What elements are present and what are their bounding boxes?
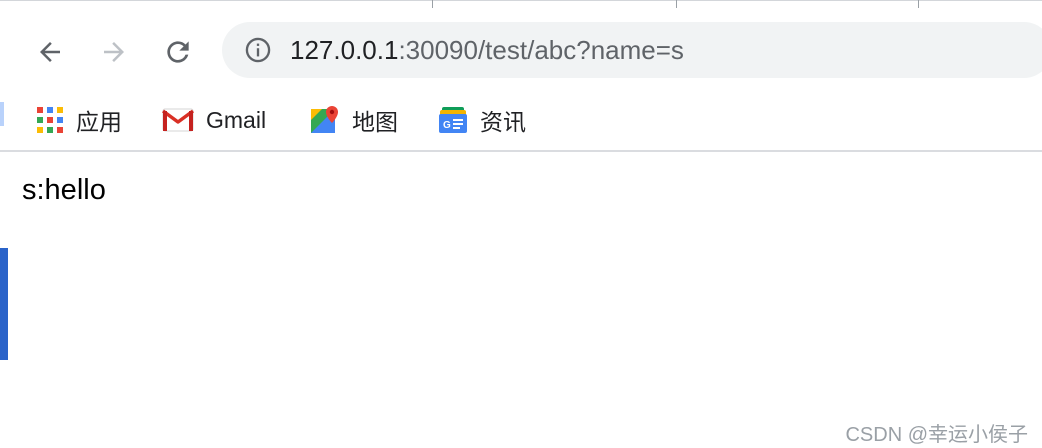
arrow-right-icon <box>104 42 124 62</box>
browser-toolbar: 127.0.0.1:30090/test/abc?name=s <box>0 12 1042 92</box>
response-text: s:hello <box>22 174 106 206</box>
bookmark-label: 地图 <box>352 109 398 135</box>
gmail-icon <box>162 108 194 132</box>
tab-strip <box>0 0 1042 12</box>
maps-icon <box>311 106 338 133</box>
bookmark-news[interactable]: G 资讯 <box>438 100 526 140</box>
bookmark-maps[interactable]: 地图 <box>310 100 398 140</box>
site-info-icon[interactable] <box>244 36 272 64</box>
url-text[interactable]: 127.0.0.1:30090/test/abc?name=s <box>290 35 684 65</box>
apps-grid-icon <box>37 107 63 133</box>
reload-button[interactable] <box>158 32 198 72</box>
url-path: :30090/test/abc?name=s <box>398 35 684 65</box>
bookmark-label: 应用 <box>76 109 122 135</box>
forward-button[interactable] <box>94 32 134 72</box>
bookmark-label: 资讯 <box>480 109 526 135</box>
bookmark-gmail[interactable]: Gmail <box>162 100 266 140</box>
arrow-left-icon <box>40 42 60 62</box>
watermark: CSDN @幸运小侯子 <box>845 424 1028 446</box>
window-edge-strip <box>0 248 8 360</box>
address-bar[interactable]: 127.0.0.1:30090/test/abc?name=s <box>222 22 1042 78</box>
bookmark-apps[interactable]: 应用 <box>36 100 122 140</box>
bookmarks-bar: 应用 Gmail 地图 G 资讯 <box>0 92 1042 150</box>
tab-separator <box>918 0 919 8</box>
news-icon: G <box>439 107 467 133</box>
page-content: s:hello CSDN @幸运小侯子 <box>0 152 1042 448</box>
bookmarks-edge <box>0 102 4 126</box>
url-host: 127.0.0.1 <box>290 35 399 65</box>
tab-separator <box>676 0 677 8</box>
active-tab[interactable] <box>0 0 1042 12</box>
reload-icon <box>167 41 189 63</box>
tab-separator <box>432 0 433 8</box>
bookmark-label: Gmail <box>206 106 267 133</box>
svg-text:G: G <box>443 120 451 131</box>
back-button[interactable] <box>30 32 70 72</box>
